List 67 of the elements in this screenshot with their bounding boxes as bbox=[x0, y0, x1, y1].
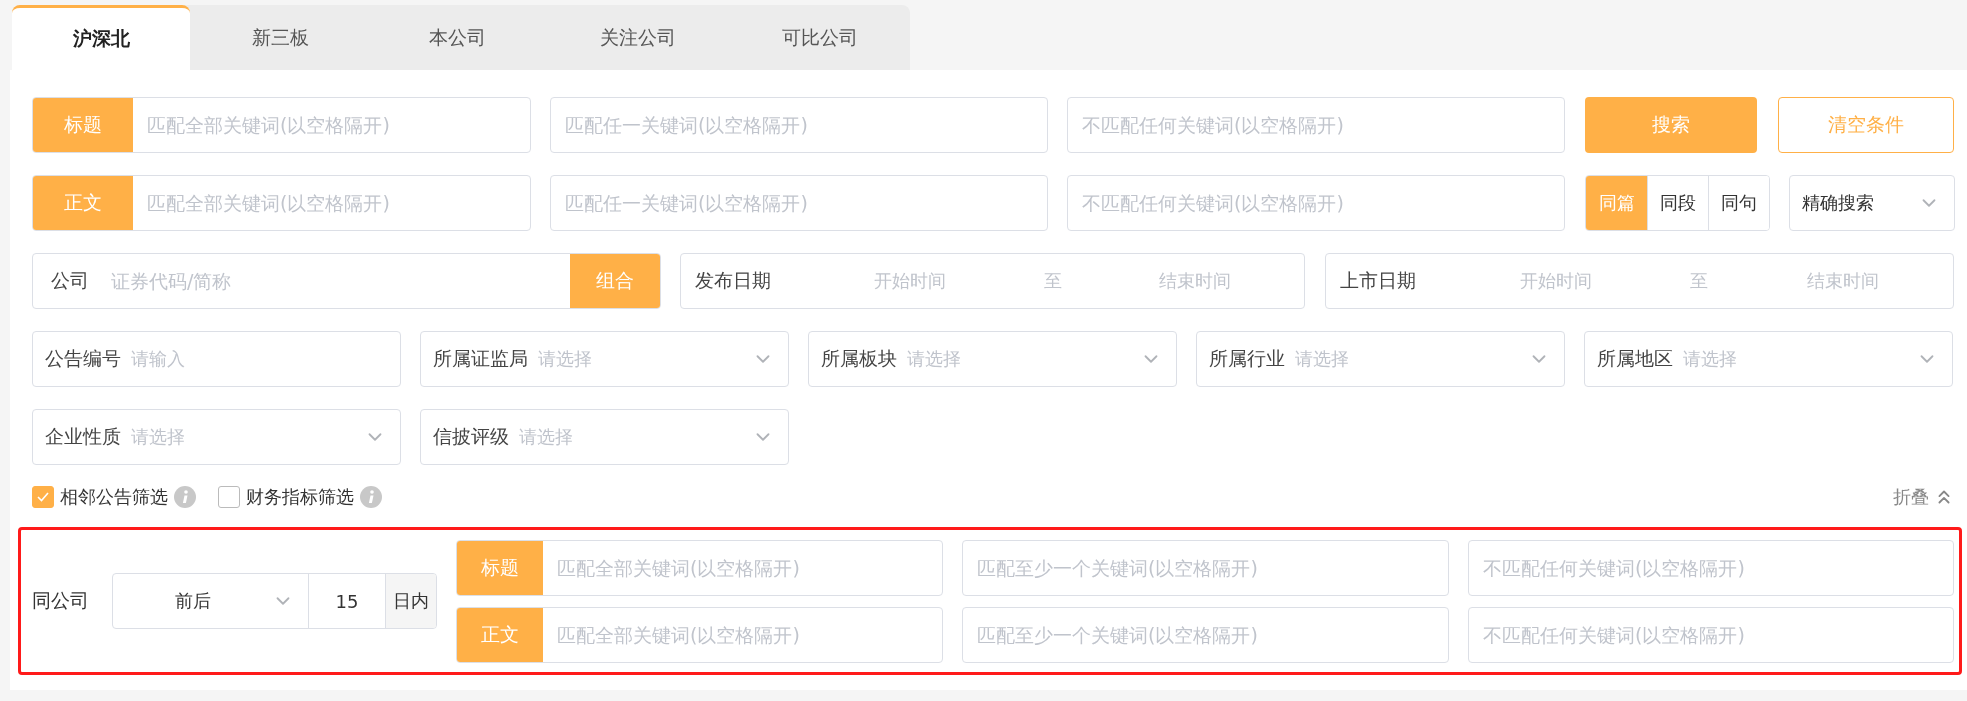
keyword-input[interactable]: 匹配全部关键词(以空格隔开) bbox=[133, 176, 530, 230]
start-date-placeholder: 开始时间 bbox=[873, 269, 947, 293]
range-separator: 至 bbox=[1689, 269, 1710, 293]
date-range-field[interactable]: 上市日期 开始时间 至 结束时间 bbox=[1325, 253, 1954, 309]
filter-dropdown[interactable]: 所属行业 请选择 bbox=[1196, 331, 1565, 387]
keyword-input[interactable]: 匹配全部关键词(以空格隔开) bbox=[133, 98, 530, 152]
tab[interactable]: 本公司 bbox=[370, 5, 545, 70]
tab[interactable]: 沪深北 bbox=[12, 5, 190, 70]
keyword-input[interactable]: 匹配全部关键词(以空格隔开) bbox=[543, 540, 942, 595]
keyword-field[interactable]: 匹配至少一个关键词(以空格隔开) bbox=[962, 606, 1449, 663]
field-label: 发布日期 bbox=[695, 268, 772, 293]
tab[interactable]: 可比公司 bbox=[730, 5, 910, 70]
range-separator: 至 bbox=[1042, 269, 1063, 293]
keyword-field[interactable]: 不匹配任何关键词(以空格隔开) bbox=[1067, 97, 1565, 153]
scope-option[interactable]: 同句 bbox=[1708, 176, 1769, 230]
filter-dropdown[interactable]: 所属地区 请选择 bbox=[1584, 331, 1953, 387]
field-label: 上市日期 bbox=[1340, 268, 1417, 293]
keyword-field[interactable]: 不匹配任何关键词(以空格隔开) bbox=[1468, 606, 1954, 663]
filter-dropdown[interactable]: 信披评级 请选择 bbox=[420, 409, 789, 465]
company-field[interactable]: 公司 证券代码/简称 组合 bbox=[32, 253, 661, 309]
info-icon[interactable] bbox=[174, 486, 196, 508]
placeholder-text: 请选择 bbox=[1683, 347, 1737, 371]
start-date-placeholder: 开始时间 bbox=[1518, 269, 1593, 293]
keyword-field[interactable]: 不匹配任何关键词(以空格隔开) bbox=[1468, 539, 1954, 596]
field-label: 正文 bbox=[457, 607, 543, 662]
checkbox[interactable] bbox=[218, 486, 240, 508]
keyword-input[interactable]: 匹配全部关键词(以空格隔开) bbox=[543, 607, 942, 662]
match-mode-dropdown[interactable]: 精确搜索 bbox=[1789, 175, 1955, 231]
checkbox-label: 相邻公告筛选 bbox=[60, 485, 168, 509]
placeholder-text: 请选择 bbox=[538, 347, 592, 371]
end-date-placeholder: 结束时间 bbox=[1158, 269, 1232, 293]
days-unit: 日内 bbox=[385, 574, 436, 628]
keyword-field[interactable]: 匹配任一关键词(以空格隔开) bbox=[550, 97, 1048, 153]
placeholder-text: 请输入 bbox=[131, 347, 185, 371]
filter-dropdown[interactable]: 企业性质 请选择 bbox=[32, 409, 401, 465]
field-label: 所属行业 bbox=[1209, 346, 1285, 371]
keyword-field[interactable]: 匹配至少一个关键词(以空格隔开) bbox=[962, 539, 1449, 596]
tab[interactable]: 关注公司 bbox=[545, 5, 730, 70]
filter-dropdown[interactable]: 所属板块 请选择 bbox=[808, 331, 1177, 387]
placeholder-text: 请选择 bbox=[131, 425, 185, 449]
tab[interactable]: 新三板 bbox=[190, 5, 370, 70]
field-label: 标题 bbox=[457, 540, 543, 595]
field-label: 所属地区 bbox=[1597, 346, 1673, 371]
field-label: 正文 bbox=[33, 176, 133, 230]
company-input[interactable]: 证券代码/简称 bbox=[89, 254, 570, 308]
filter-dropdown[interactable]: 所属证监局 请选择 bbox=[420, 331, 789, 387]
info-icon[interactable] bbox=[360, 486, 382, 508]
placeholder-text: 请选择 bbox=[907, 347, 961, 371]
field-label: 公告编号 bbox=[45, 346, 121, 371]
filter-input[interactable]: 公告编号 请输入 bbox=[32, 331, 401, 387]
keyword-field[interactable]: 匹配任一关键词(以空格隔开) bbox=[550, 175, 1048, 231]
date-range-field[interactable]: 发布日期 开始时间 至 结束时间 bbox=[680, 253, 1305, 309]
collapse-link[interactable]: 折叠 bbox=[1893, 485, 1955, 509]
field-label: 公司 bbox=[50, 268, 89, 293]
same-company-label: 同公司 bbox=[32, 588, 90, 613]
check-icon bbox=[36, 490, 50, 504]
end-date-placeholder: 结束时间 bbox=[1806, 269, 1881, 293]
field-label: 信披评级 bbox=[433, 424, 509, 449]
checkbox[interactable] bbox=[32, 486, 54, 508]
placeholder-text: 请选择 bbox=[1295, 347, 1349, 371]
field-label: 标题 bbox=[33, 98, 133, 152]
field-label: 企业性质 bbox=[45, 424, 121, 449]
field-label: 所属证监局 bbox=[433, 346, 528, 371]
placeholder-text: 请选择 bbox=[519, 425, 573, 449]
field-label: 所属板块 bbox=[821, 346, 897, 371]
checkbox-label: 财务指标筛选 bbox=[246, 485, 354, 509]
keyword-field[interactable]: 不匹配任何关键词(以空格隔开) bbox=[1067, 175, 1565, 231]
